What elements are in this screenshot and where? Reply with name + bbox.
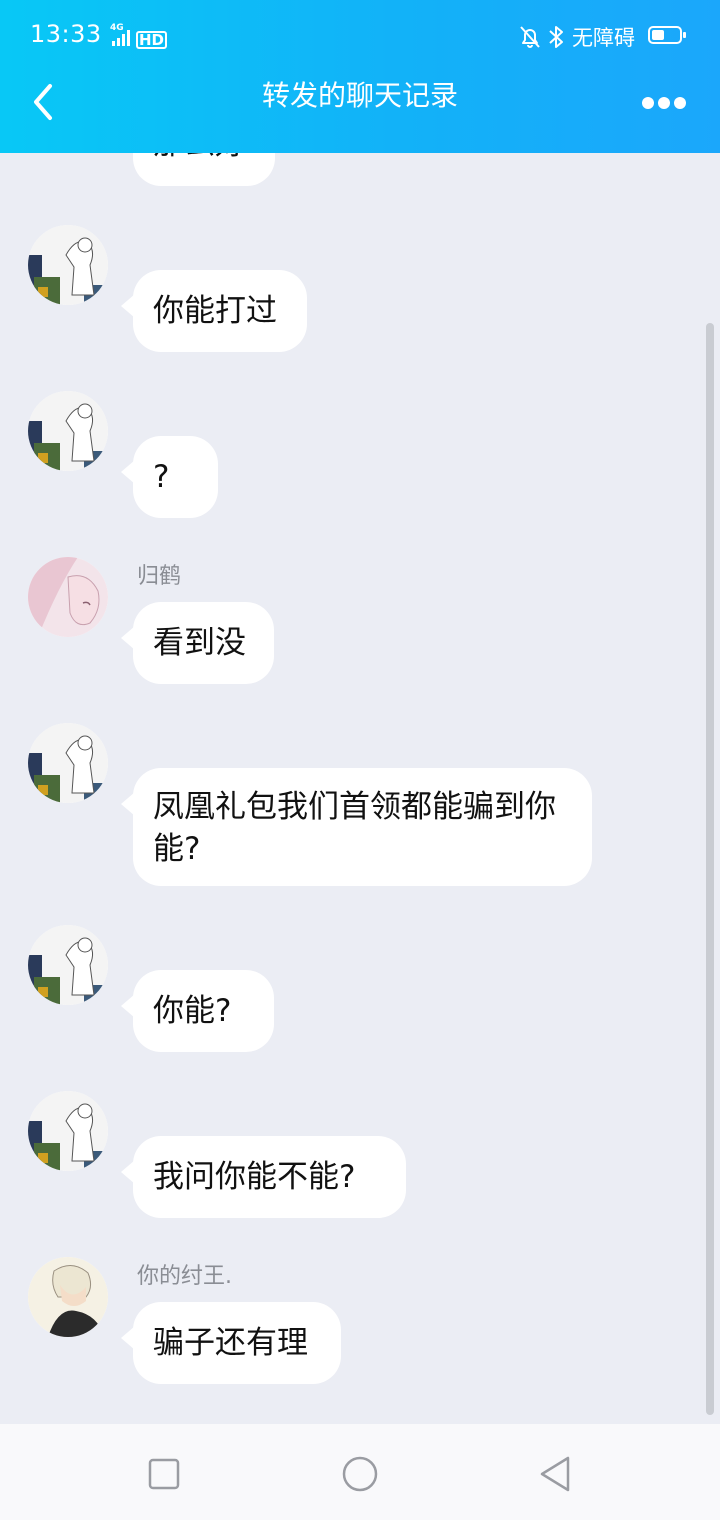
sender-name: 归鹤 xyxy=(137,564,182,589)
chat-history[interactable]: 那么好 你能打过 ? xyxy=(0,153,720,1424)
sketch-avatar[interactable] xyxy=(28,723,108,803)
message-bubble[interactable]: ? xyxy=(121,436,218,518)
message-text: 那么好 xyxy=(153,153,246,162)
sketch-avatar[interactable] xyxy=(28,225,108,305)
bell-muted-icon xyxy=(520,26,540,48)
anime-boy-avatar[interactable] xyxy=(28,1257,108,1337)
home-icon[interactable] xyxy=(340,1454,380,1494)
sketch-avatar[interactable] xyxy=(28,391,108,471)
scrollbar[interactable] xyxy=(706,323,714,1415)
message-text: 你能打过 xyxy=(153,293,277,329)
recent-apps-icon[interactable] xyxy=(144,1454,184,1494)
pink-anime-avatar[interactable] xyxy=(28,557,108,637)
message-bubble[interactable]: 你能打过 xyxy=(121,270,307,352)
message-bubble[interactable]: 我问你能不能? xyxy=(121,1136,406,1218)
hd-badge: HD xyxy=(136,31,168,49)
back-triangle-icon[interactable] xyxy=(536,1454,576,1494)
battery-icon xyxy=(648,26,686,44)
sketch-avatar[interactable] xyxy=(28,1091,108,1171)
page-title: 转发的聊天记录 xyxy=(261,79,458,112)
sender-name: 你的纣王. xyxy=(137,1264,232,1289)
message-text: 我问你能不能? xyxy=(153,1159,356,1195)
message-text: 看到没 xyxy=(153,625,246,661)
bluetooth-icon xyxy=(549,26,563,48)
accessibility-label: 无障碍 xyxy=(572,26,635,50)
message-bubble[interactable]: 你能? xyxy=(121,970,274,1052)
message-text: 你能? xyxy=(153,993,232,1029)
message-bubble[interactable]: 那么好 xyxy=(133,153,275,186)
message-bubble[interactable]: 看到没 xyxy=(121,602,274,684)
system-nav-bar xyxy=(0,1424,720,1520)
more-options-icon[interactable] xyxy=(636,88,692,114)
message-text: 骗子还有理 xyxy=(153,1325,308,1361)
signal-icon xyxy=(112,30,134,46)
message-text: ? xyxy=(153,459,170,495)
status-time: 13:33 xyxy=(30,20,102,48)
message-bubble[interactable]: 凤凰礼包我们首领都能骗到你能? xyxy=(121,768,592,886)
message-text: 凤凰礼包我们首领都能骗到你能? xyxy=(153,789,556,867)
app-header: 13:33 4G HD 无障碍 转发的聊天记录 xyxy=(0,0,720,153)
message-bubble[interactable]: 骗子还有理 xyxy=(121,1302,341,1384)
status-bar: 13:33 4G HD 无障碍 xyxy=(0,0,720,72)
sketch-avatar[interactable] xyxy=(28,925,108,1005)
